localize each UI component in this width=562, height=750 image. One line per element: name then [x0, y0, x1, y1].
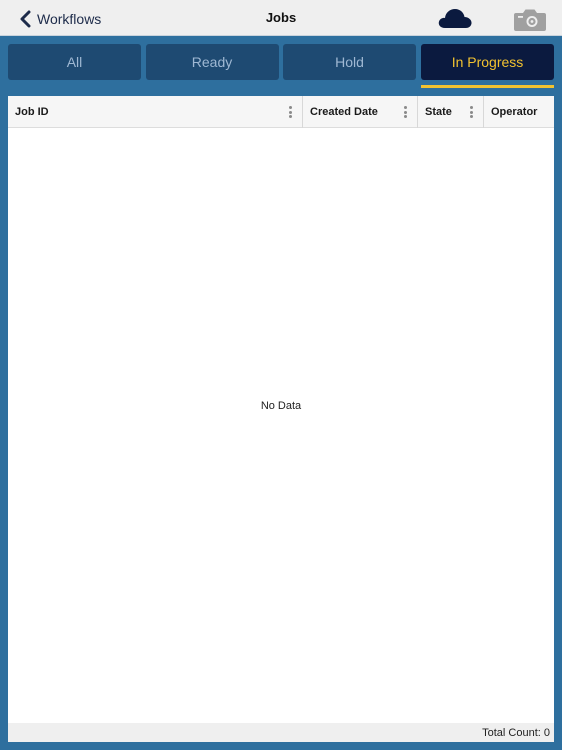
- grid-footer: Total Count: 0: [8, 723, 554, 742]
- column-label[interactable]: State: [418, 106, 452, 118]
- grid-header: Job ID Created Date State Operator: [8, 96, 554, 128]
- cloud-sync-button[interactable]: [437, 6, 473, 30]
- column-label[interactable]: Created Date: [303, 106, 378, 118]
- tab-ready[interactable]: Ready: [145, 44, 279, 80]
- column-header-created-date: Created Date: [303, 96, 418, 128]
- back-button[interactable]: Workflows: [18, 8, 101, 30]
- status-tabs: All Ready Hold In Progress: [8, 44, 554, 88]
- empty-state-message: No Data: [260, 400, 302, 412]
- active-tab-indicator: [421, 85, 554, 88]
- total-count: Total Count: 0: [482, 726, 550, 739]
- column-menu-icon[interactable]: [469, 106, 473, 119]
- tab-hold[interactable]: Hold: [283, 44, 416, 80]
- chevron-left-icon: [20, 10, 31, 28]
- column-header-job-id: Job ID: [8, 96, 303, 128]
- tab-all[interactable]: All: [8, 44, 141, 80]
- column-label[interactable]: Operator: [484, 106, 537, 118]
- tab-in-progress[interactable]: In Progress: [421, 44, 554, 80]
- camera-icon: [514, 9, 546, 31]
- back-label: Workflows: [37, 11, 102, 27]
- column-menu-icon[interactable]: [288, 106, 292, 119]
- jobs-grid: Job ID Created Date State Operator No Da…: [8, 96, 554, 742]
- navigation-bar: Workflows Jobs: [0, 0, 562, 36]
- camera-button[interactable]: [513, 6, 547, 32]
- cloud-icon: [438, 9, 472, 28]
- column-menu-icon[interactable]: [403, 106, 407, 119]
- column-header-state: State: [418, 96, 484, 128]
- column-header-operator: Operator: [484, 96, 554, 128]
- column-label[interactable]: Job ID: [8, 106, 49, 118]
